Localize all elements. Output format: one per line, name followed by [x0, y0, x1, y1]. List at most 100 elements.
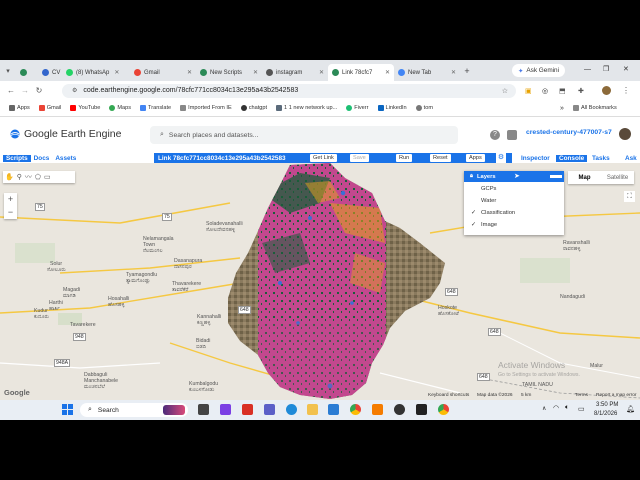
restore-icon[interactable]: ❐ [603, 65, 609, 73]
browser-tab-active[interactable]: Link 78cfc7 ✕ [328, 64, 394, 81]
bookmark-youtube[interactable]: YouTube [70, 105, 100, 111]
app-icon-red[interactable] [242, 404, 253, 415]
bookmark-maps[interactable]: Maps [109, 105, 131, 111]
profile-avatar[interactable] [602, 86, 611, 95]
layer-row-image[interactable]: ✓ Image [464, 219, 564, 230]
settings-gear-icon[interactable]: ⚙ [496, 153, 506, 163]
layer-row-classification[interactable]: ✓ Classification [464, 207, 564, 218]
terms-link[interactable]: Terms [575, 393, 588, 398]
run-button[interactable]: Run [396, 154, 413, 162]
bookmark-chatgpt[interactable]: chatgpt [240, 105, 267, 111]
browser-tab[interactable]: instagram ✕ [262, 64, 328, 81]
task-view-icon[interactable] [198, 404, 209, 415]
teams-icon[interactable] [264, 404, 275, 415]
fullscreen-icon[interactable]: ⛶ [624, 191, 635, 202]
tab-console[interactable]: Console [556, 154, 588, 162]
opacity-slider[interactable] [550, 175, 562, 178]
widgets-icon[interactable] [220, 404, 231, 415]
bookmark-folder[interactable]: Imported From IE [180, 105, 232, 111]
tab-search-icon[interactable]: ▾ [0, 67, 16, 75]
chrome-taskbar-icon[interactable] [350, 404, 361, 415]
notifications-icon[interactable] [507, 130, 517, 140]
site-info-icon[interactable]: ⚙ [72, 87, 77, 94]
keyboard-shortcuts-link[interactable]: Keyboard shortcuts [428, 393, 469, 398]
browser-tab[interactable]: New Scripts ✕ [196, 64, 262, 81]
obs-icon[interactable] [394, 404, 405, 415]
minimize-icon[interactable]: — [584, 66, 591, 73]
close-icon[interactable]: ✕ [114, 69, 119, 76]
close-icon[interactable]: ✕ [451, 69, 456, 76]
all-bookmarks[interactable]: All Bookmarks [573, 105, 617, 111]
tab-tasks[interactable]: Tasks [589, 155, 613, 162]
chrome-profile-icon[interactable] [438, 404, 449, 415]
extensions-puzzle-icon[interactable]: ✚ [578, 87, 584, 95]
bookmark-translate[interactable]: Translate [140, 105, 171, 111]
layer-row-water[interactable]: Water [464, 195, 564, 206]
window-close-icon[interactable]: ✕ [623, 65, 629, 73]
ask-gemini-button[interactable]: ✦ Ask Gemini [512, 64, 566, 77]
map-canvas[interactable]: Nelamangala Town ನೆಲಮಂಗಲ Soladevanahalli ಸೋಲ… [0, 163, 640, 400]
more-bookmarks-icon[interactable]: » [560, 105, 564, 112]
layer-checkbox-checked[interactable]: ✓ [470, 209, 477, 216]
point-marker-icon[interactable]: ⚲ [17, 173, 22, 181]
volume-icon[interactable]: 🔈︎ [565, 404, 569, 412]
map-type-map[interactable]: Map [568, 171, 601, 184]
close-icon[interactable]: ✕ [187, 69, 192, 76]
edge-icon[interactable] [286, 404, 297, 415]
tab-inspector[interactable]: Inspector [518, 155, 553, 162]
bookmark-gmail[interactable]: Gmail [38, 105, 61, 111]
bookmark-network[interactable]: 1 1 new network up... [276, 105, 337, 111]
bookmark-apps[interactable]: Apps [9, 105, 30, 111]
zoom-in-button[interactable]: + [4, 193, 17, 206]
forward-icon[interactable]: → [18, 86, 32, 95]
bookmark-tom[interactable]: tom [415, 105, 433, 111]
save-button[interactable]: Save [350, 154, 369, 162]
tab-scripts[interactable]: Scripts [3, 154, 31, 162]
battery-icon[interactable]: ▭ [578, 405, 585, 413]
notification-bell-icon[interactable]: 🔔︎ [626, 405, 635, 413]
extension-icon[interactable]: ⬒ [559, 87, 566, 95]
search-input[interactable]: ⌕ Search places and datasets... [150, 126, 458, 144]
layer-row-gcps[interactable]: GCPs [464, 183, 564, 194]
browser-tab[interactable]: Gmail ✕ [130, 64, 196, 81]
pan-hand-icon[interactable]: ✋ [5, 173, 14, 181]
extension-icon[interactable]: ◎ [542, 87, 548, 95]
reload-icon[interactable]: ↻ [32, 86, 46, 95]
project-selector[interactable]: crested-century-477007-s7 [526, 129, 612, 136]
line-draw-icon[interactable]: 〰 [25, 172, 32, 182]
windows-start-icon[interactable] [62, 404, 73, 415]
rectangle-draw-icon[interactable]: ▭ [44, 173, 51, 181]
close-icon[interactable]: ✕ [385, 69, 390, 76]
help-icon[interactable]: ? [490, 130, 500, 140]
chrome-menu-icon[interactable]: ⋮ [622, 86, 630, 95]
browser-tab[interactable]: CV [38, 64, 62, 81]
reset-button[interactable]: Reset [430, 154, 451, 162]
app-icon-dark[interactable] [416, 404, 427, 415]
get-link-button[interactable]: Get Link [310, 154, 337, 162]
app-icon-orange[interactable] [372, 404, 383, 415]
layer-checkbox-checked[interactable]: ✓ [470, 221, 477, 228]
close-icon[interactable]: ✕ [253, 69, 258, 76]
store-icon[interactable] [328, 404, 339, 415]
wifi-icon[interactable]: ◠ [553, 404, 559, 412]
bookmark-linkedin[interactable]: LinkedIn [377, 105, 407, 111]
tab-docs[interactable]: Docs [31, 155, 53, 162]
browser-tab[interactable]: (8) WhatsAp ✕ [62, 64, 130, 81]
report-map-error-link[interactable]: Report a map error [596, 393, 637, 398]
back-icon[interactable]: ← [4, 86, 18, 95]
taskbar-search[interactable]: ⌕ Search [80, 403, 188, 417]
polygon-draw-icon[interactable]: ⬠ [35, 173, 41, 181]
clock-date[interactable]: 8/1/2026 [594, 411, 617, 417]
file-explorer-icon[interactable] [307, 404, 318, 415]
new-tab-button[interactable]: + [460, 66, 474, 76]
tray-chevron-icon[interactable]: ∧ [542, 405, 546, 412]
tab-ask[interactable]: Ask [622, 155, 640, 162]
map-type-satellite[interactable]: Satellite [601, 171, 634, 184]
account-avatar[interactable] [619, 128, 631, 140]
browser-tab[interactable]: New Tab ✕ [394, 64, 460, 81]
clock-time[interactable]: 3:50 PM [596, 402, 618, 408]
apps-button[interactable]: Apps [466, 154, 485, 162]
bookmark-star-icon[interactable]: ☆ [502, 87, 508, 95]
extension-icon[interactable]: ▣ [525, 87, 532, 95]
bookmark-fiverr[interactable]: Fiverr [346, 105, 369, 111]
